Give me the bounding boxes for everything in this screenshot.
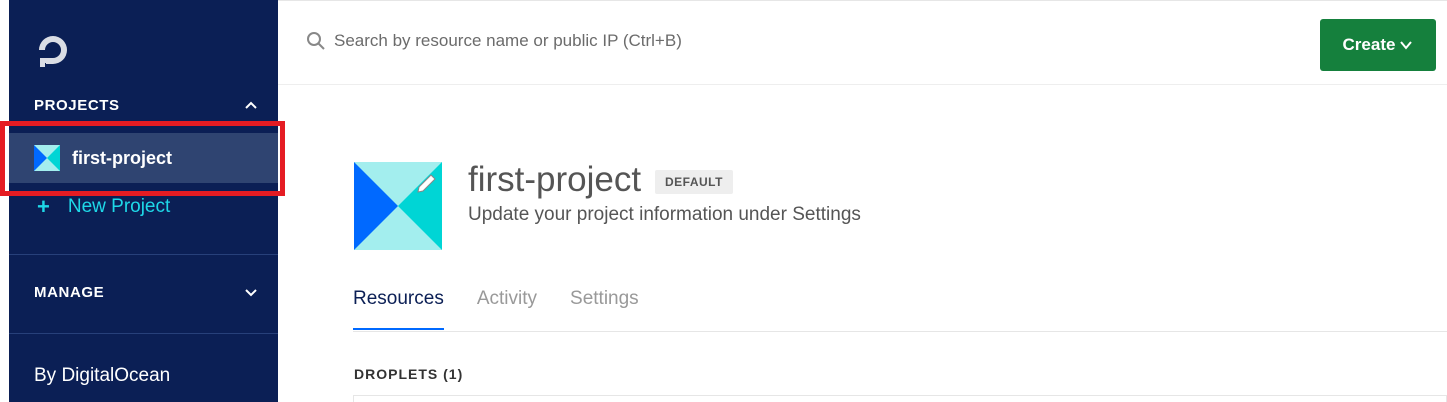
tab-bar: Resources Activity Settings <box>353 288 672 330</box>
search-bar <box>306 31 854 51</box>
new-project-label: New Project <box>67 196 171 217</box>
manage-heading: MANAGE <box>34 284 105 301</box>
top-bar: Create <box>278 0 1447 85</box>
chevron-down-icon[interactable] <box>243 284 259 300</box>
default-badge: DEFAULT <box>655 170 733 194</box>
manage-section-header[interactable]: MANAGE <box>34 284 259 304</box>
app-page: PROJECTS first-project + New Project MAN… <box>0 0 1447 402</box>
sidebar: PROJECTS first-project + New Project MAN… <box>9 0 278 402</box>
search-input[interactable] <box>334 31 854 51</box>
tab-activity[interactable]: Activity <box>477 288 537 330</box>
search-icon <box>307 32 325 50</box>
droplets-heading: DROPLETS (1) <box>354 366 464 382</box>
project-icon <box>34 145 60 171</box>
create-button[interactable]: Create <box>1320 19 1436 71</box>
sidebar-project-label: first-project <box>72 147 173 168</box>
droplet-list <box>353 395 1447 402</box>
plus-icon: + <box>37 194 50 219</box>
project-title: first-project <box>468 160 642 199</box>
chevron-up-icon[interactable] <box>243 97 259 113</box>
sidebar-item-first-project[interactable]: first-project <box>9 133 278 183</box>
projects-section-header[interactable]: PROJECTS <box>34 97 259 117</box>
project-avatar-icon[interactable] <box>354 162 442 250</box>
tab-settings[interactable]: Settings <box>570 288 639 330</box>
project-subtitle: Update your project information under Se… <box>468 204 861 225</box>
projects-heading: PROJECTS <box>34 97 120 114</box>
chevron-down-icon <box>1400 41 1413 50</box>
digitalocean-logo-icon[interactable] <box>33 30 73 70</box>
tabs-divider <box>353 331 1447 332</box>
sidebar-divider <box>9 333 278 334</box>
new-project-link[interactable]: + New Project <box>37 194 170 220</box>
tab-resources[interactable]: Resources <box>353 288 444 330</box>
sidebar-divider <box>9 254 278 255</box>
by-digitalocean-footer: By DigitalOcean <box>34 365 171 386</box>
create-label: Create <box>1342 35 1396 54</box>
